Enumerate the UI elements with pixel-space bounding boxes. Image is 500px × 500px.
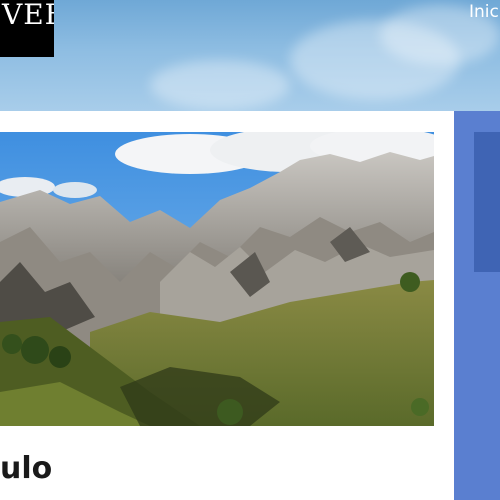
mountain-landscape-image <box>0 132 434 426</box>
article-title[interactable]: ulo <box>0 450 52 488</box>
sidebar <box>454 111 500 500</box>
sidebar-widget <box>474 132 500 272</box>
nav-link-home[interactable]: Inici <box>469 2 500 22</box>
site-header: VEB Inici <box>0 0 500 111</box>
header-cloud <box>150 60 290 110</box>
article-image[interactable] <box>0 132 434 426</box>
site-logo[interactable]: VEB <box>0 0 54 57</box>
